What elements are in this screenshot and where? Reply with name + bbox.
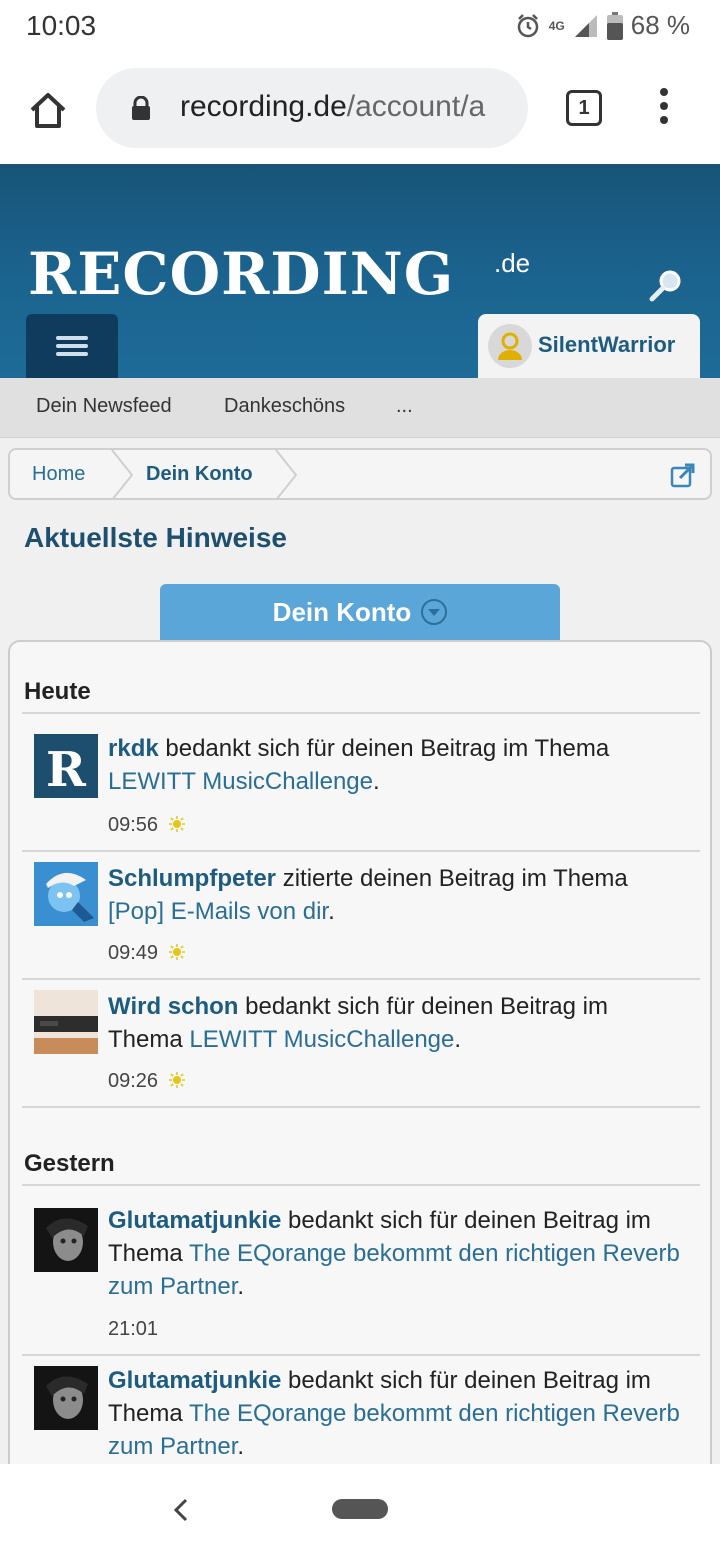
user-menu[interactable]: SilentWarrior bbox=[478, 314, 700, 378]
battery-percent: 68 % bbox=[630, 10, 690, 40]
user-link[interactable]: rkdk bbox=[108, 735, 159, 762]
thread-link[interactable]: The EQorange bekommt den richtigen Rever… bbox=[108, 1400, 680, 1460]
breadcrumb-home[interactable]: Home bbox=[32, 463, 85, 486]
tab-dein-konto[interactable]: Dein Konto bbox=[160, 584, 560, 640]
network-type: 4G bbox=[548, 18, 565, 33]
section-title-heute: Heute bbox=[24, 678, 91, 705]
battery-icon bbox=[606, 11, 623, 40]
home-icon[interactable] bbox=[26, 88, 70, 132]
thread-link[interactable]: LEWITT MusicChallenge bbox=[189, 1026, 454, 1053]
item-divider bbox=[22, 1106, 700, 1108]
user-link[interactable]: Schlumpfpeter bbox=[108, 865, 276, 892]
list-item: Glutamatjunkie bedankt sich für deinen B… bbox=[22, 1186, 700, 1356]
avatar-device bbox=[34, 990, 98, 1054]
list-item: Schlumpfpeter zitierte deinen Beitrag im… bbox=[22, 852, 700, 980]
chevron-down-icon bbox=[421, 599, 448, 625]
avatar-r-logo: R bbox=[46, 742, 87, 798]
hamburger-menu-button[interactable] bbox=[26, 314, 118, 378]
avatar[interactable] bbox=[34, 862, 98, 926]
breadcrumb-separator-icon bbox=[111, 450, 134, 498]
lock-icon bbox=[132, 96, 150, 120]
thread-link[interactable]: The EQorange bekommt den richtigen Rever… bbox=[108, 1240, 680, 1300]
status-bar: 10:03 4G 68 % bbox=[0, 0, 720, 56]
notification-text: Wird schon bedankt sich für deinen Beitr… bbox=[108, 993, 608, 1053]
subnav-item-more[interactable]: ... bbox=[396, 395, 413, 418]
site-logo[interactable]: RECORDING bbox=[28, 240, 454, 308]
browser-toolbar: recording.de/account/a 1 bbox=[0, 56, 720, 164]
back-icon[interactable] bbox=[168, 1494, 192, 1526]
avatar[interactable] bbox=[34, 1208, 98, 1272]
notification-action: zitierte deinen Beitrag im Thema bbox=[282, 865, 628, 892]
avatar-smurf bbox=[34, 862, 98, 926]
notifications-panel: Heute R rkdk bedankt sich für deinen Bei… bbox=[8, 640, 712, 1540]
breadcrumb: Home Dein Konto bbox=[8, 448, 712, 500]
system-navigation-bar bbox=[0, 1464, 720, 1560]
search-icon[interactable] bbox=[648, 268, 684, 304]
address-bar[interactable]: recording.de/account/a bbox=[96, 68, 528, 148]
sun-icon bbox=[168, 1072, 185, 1088]
alarm-icon bbox=[517, 13, 538, 37]
url-text: recording.de/account/a bbox=[180, 90, 485, 124]
user-icon bbox=[498, 332, 522, 360]
site-header: RECORDING .de SilentWarrior bbox=[0, 164, 720, 378]
status-icons: 4G 68 % bbox=[515, 10, 690, 41]
tab-switcher-button[interactable]: 1 bbox=[566, 90, 602, 126]
url-path: /account/a bbox=[346, 90, 486, 123]
svg-text:R: R bbox=[46, 742, 87, 798]
avatar[interactable] bbox=[34, 990, 98, 1054]
avatar[interactable]: R bbox=[34, 734, 98, 798]
username: SilentWarrior bbox=[538, 332, 676, 357]
section-title-gestern: Gestern bbox=[24, 1150, 115, 1177]
user-link[interactable]: Wird schon bbox=[108, 993, 238, 1020]
user-link[interactable]: Glutamatjunkie bbox=[108, 1207, 281, 1234]
notification-action: bedankt sich für deinen Beitrag im Thema bbox=[165, 735, 610, 762]
user-avatar bbox=[488, 324, 532, 368]
home-gesture-pill[interactable] bbox=[332, 1499, 388, 1519]
subnav-item-newsfeed[interactable]: Dein Newsfeed bbox=[36, 395, 172, 418]
notification-text: Glutamatjunkie bedankt sich für deinen B… bbox=[108, 1367, 680, 1460]
breadcrumb-current[interactable]: Dein Konto bbox=[146, 463, 253, 486]
notification-text: Glutamatjunkie bedankt sich für deinen B… bbox=[108, 1207, 680, 1300]
browser-menu-icon[interactable] bbox=[654, 88, 674, 128]
url-host: recording.de bbox=[180, 90, 347, 123]
thread-link[interactable]: LEWITT MusicChallenge bbox=[108, 768, 373, 795]
site-logo-suffix: .de bbox=[494, 248, 531, 278]
status-time: 10:03 bbox=[26, 10, 97, 41]
notification-time: 09:49 bbox=[108, 942, 186, 965]
time-value: 09:56 bbox=[108, 814, 159, 836]
time-value: 21:01 bbox=[108, 1318, 159, 1340]
sub-navigation: Dein Newsfeed Dankeschöns ... bbox=[0, 378, 720, 438]
avatar[interactable] bbox=[34, 1366, 98, 1430]
time-value: 09:49 bbox=[108, 942, 159, 964]
subnav-item-dankeschoens[interactable]: Dankeschöns bbox=[224, 395, 345, 418]
list-item: Wird schon bedankt sich für deinen Beitr… bbox=[22, 980, 700, 1108]
sun-icon bbox=[168, 944, 185, 960]
page-title: Aktuellste Hinweise bbox=[24, 522, 287, 553]
user-link[interactable]: Glutamatjunkie bbox=[108, 1367, 281, 1394]
time-value: 09:26 bbox=[108, 1070, 159, 1092]
notification-time: 21:01 bbox=[108, 1318, 158, 1341]
list-item: R rkdk bedankt sich für deinen Beitrag i… bbox=[22, 714, 700, 852]
avatar-face bbox=[34, 1366, 98, 1430]
thread-link[interactable]: [Pop] E-Mails von dir bbox=[108, 898, 328, 925]
notification-text: Schlumpfpeter zitierte deinen Beitrag im… bbox=[108, 865, 628, 925]
notification-time: 09:56 bbox=[108, 814, 186, 837]
avatar-face bbox=[34, 1208, 98, 1272]
breadcrumb-separator-icon bbox=[275, 450, 298, 498]
tab-label: Dein Konto bbox=[272, 597, 412, 627]
notification-time: 09:26 bbox=[108, 1070, 186, 1093]
notification-text: rkdk bedankt sich für deinen Beitrag im … bbox=[108, 735, 610, 795]
signal-icon bbox=[574, 14, 597, 37]
external-link-icon[interactable] bbox=[670, 462, 696, 488]
sun-icon bbox=[168, 816, 185, 832]
